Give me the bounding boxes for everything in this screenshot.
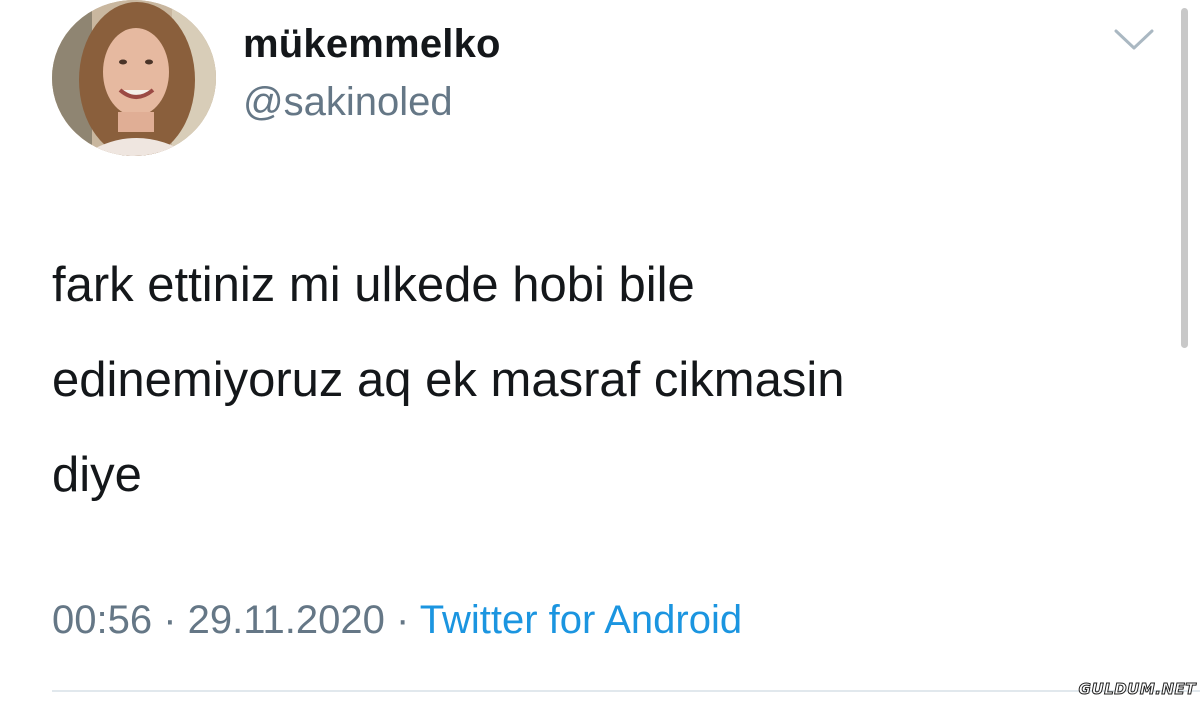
meta-separator: · — [152, 598, 188, 642]
chevron-down-icon[interactable] — [1113, 27, 1155, 53]
tweet-text-line: edinemiyoruz aq ek masraf cikmasin — [52, 353, 845, 407]
watermark: GULDUM.NET — [1078, 680, 1196, 699]
tweet-time[interactable]: 00:56 — [52, 598, 152, 642]
tweet-text-line: fark ettiniz mi ulkede hobi bile — [52, 258, 695, 312]
tweet-card: mükemmelko @sakinoled fark ettiniz mi ul… — [0, 0, 1200, 701]
scrollbar[interactable] — [1181, 8, 1188, 348]
tweet-text-line: diye — [52, 448, 142, 502]
divider — [52, 690, 1200, 692]
tweet-date[interactable]: 29.11.2020 — [188, 598, 385, 642]
avatar-photo — [52, 0, 216, 156]
user-handle[interactable]: @sakinoled — [243, 80, 453, 125]
meta-separator: · — [384, 598, 420, 642]
tweet-meta: 00:56 · 29.11.2020 · Twitter for Android — [52, 598, 742, 643]
tweet-text: fark ettiniz mi ulkede hobi bile edinemi… — [52, 238, 1162, 523]
tweet-source-link[interactable]: Twitter for Android — [420, 598, 742, 642]
display-name[interactable]: mükemmelko — [243, 22, 501, 67]
avatar[interactable] — [52, 0, 216, 156]
